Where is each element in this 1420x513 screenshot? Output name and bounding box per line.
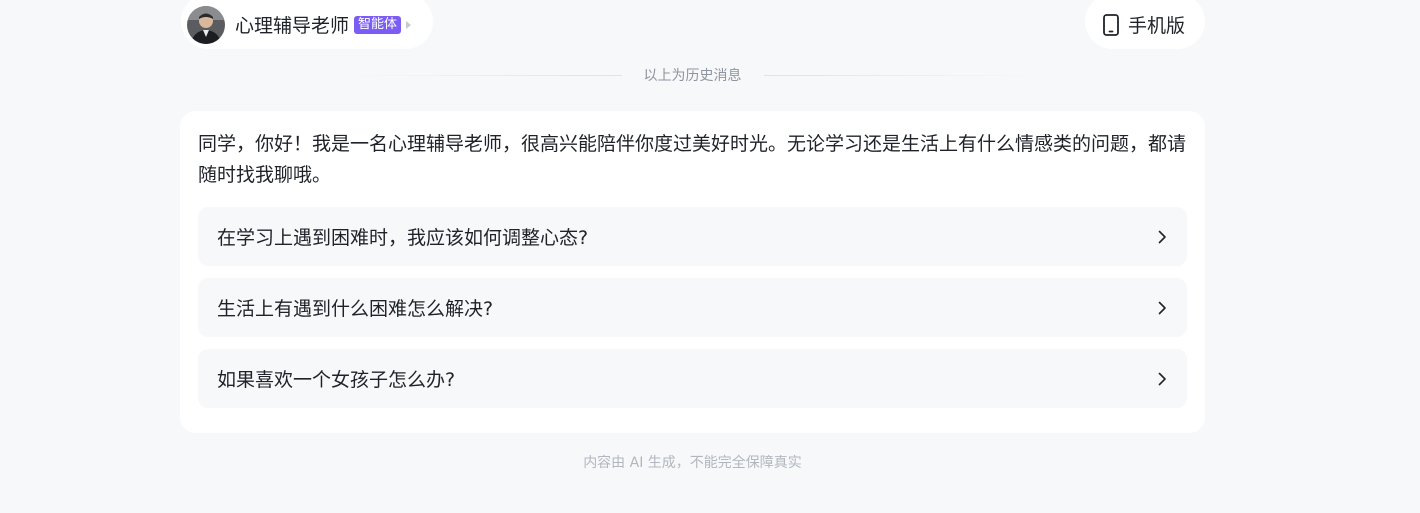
suggestion-item[interactable]: 在学习上遇到困难时，我应该如何调整心态?: [198, 207, 1187, 266]
suggestion-text: 如果喜欢一个女孩子怎么办?: [217, 369, 456, 391]
chevron-right-icon: [1155, 372, 1169, 386]
suggestion-item[interactable]: 如果喜欢一个女孩子怎么办?: [198, 349, 1187, 408]
divider-line: [763, 74, 1040, 76]
mobile-version-label: 手机版: [1128, 15, 1186, 37]
suggestion-text: 生活上有遇到什么困难怎么解决?: [217, 298, 494, 320]
phone-icon: [1102, 13, 1120, 36]
greeting-text: 同学，你好！我是一名心理辅导老师，很高兴能陪伴你度过美好时光。无论学习还是生活上…: [198, 133, 1187, 186]
ai-disclaimer: 内容由 AI 生成，不能完全保障真实: [583, 455, 802, 471]
suggestion-text: 在学习上遇到困难时，我应该如何调整心态?: [217, 227, 589, 249]
agent-name: 心理辅导老师: [235, 15, 350, 37]
chevron-right-icon: [1155, 301, 1169, 315]
history-divider-label: 以上为历史消息: [643, 68, 742, 84]
suggestion-item[interactable]: 生活上有遇到什么困难怎么解决?: [198, 278, 1187, 337]
agent-header[interactable]: 心理辅导老师 智能体: [181, 0, 434, 49]
agent-avatar: [187, 5, 225, 44]
history-divider: 以上为历史消息: [345, 64, 1040, 86]
assistant-message-card: 同学，你好！我是一名心理辅导老师，很高兴能陪伴你度过美好时光。无论学习还是生活上…: [180, 111, 1205, 433]
mobile-version-button[interactable]: 手机版: [1085, 0, 1205, 49]
divider-line: [345, 74, 622, 76]
suggestion-list: 在学习上遇到困难时，我应该如何调整心态? 生活上有遇到什么困难怎么解决? 如果喜…: [198, 207, 1187, 408]
caret-right-icon[interactable]: [406, 20, 412, 29]
chevron-right-icon: [1155, 230, 1169, 244]
agent-badge: 智能体: [354, 15, 402, 34]
